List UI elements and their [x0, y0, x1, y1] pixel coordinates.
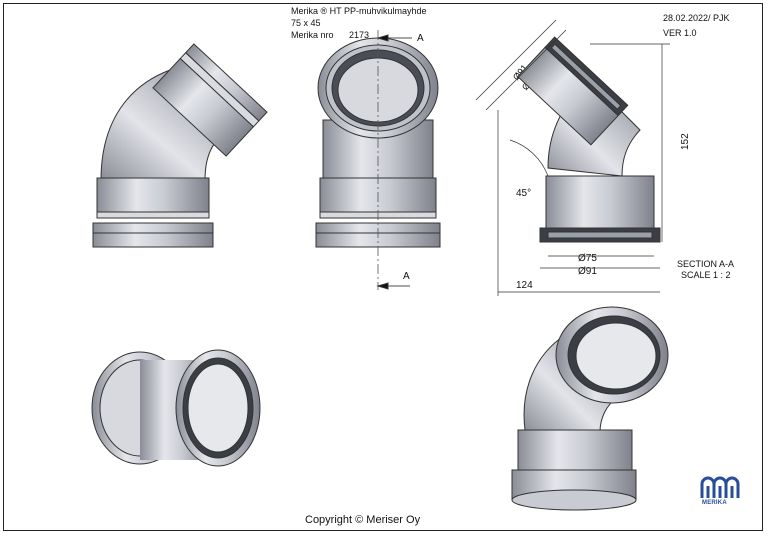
- dim-bottom-inner: Ø75: [578, 253, 597, 264]
- version: VER 1.0: [663, 28, 697, 38]
- dim-height: 152: [680, 133, 691, 150]
- drawing-frame: [3, 3, 763, 531]
- section-scale: SCALE 1 : 2: [681, 270, 731, 280]
- section-marker-top: A: [417, 33, 424, 44]
- product-title: Merika ® HT PP-muhvikulmayhde: [291, 6, 427, 16]
- merika-nro-value: 2173: [349, 30, 370, 40]
- section-label: SECTION A-A: [677, 259, 735, 269]
- dim-width: 124: [516, 280, 533, 291]
- merika-nro-label: Merika nro: [291, 30, 334, 40]
- dim-angle: 45°: [516, 188, 532, 199]
- section-marker-bottom: A: [403, 271, 410, 282]
- copyright: Copyright © Meriser Oy: [305, 514, 421, 526]
- product-size: 75 x 45: [291, 18, 321, 28]
- date-author: 28.02.2022/ PJK: [663, 13, 730, 23]
- dim-bottom-outer: Ø91: [578, 266, 597, 277]
- merika-logo: MERIKA: [696, 474, 744, 510]
- logo-wordmark: MERIKA: [702, 500, 727, 506]
